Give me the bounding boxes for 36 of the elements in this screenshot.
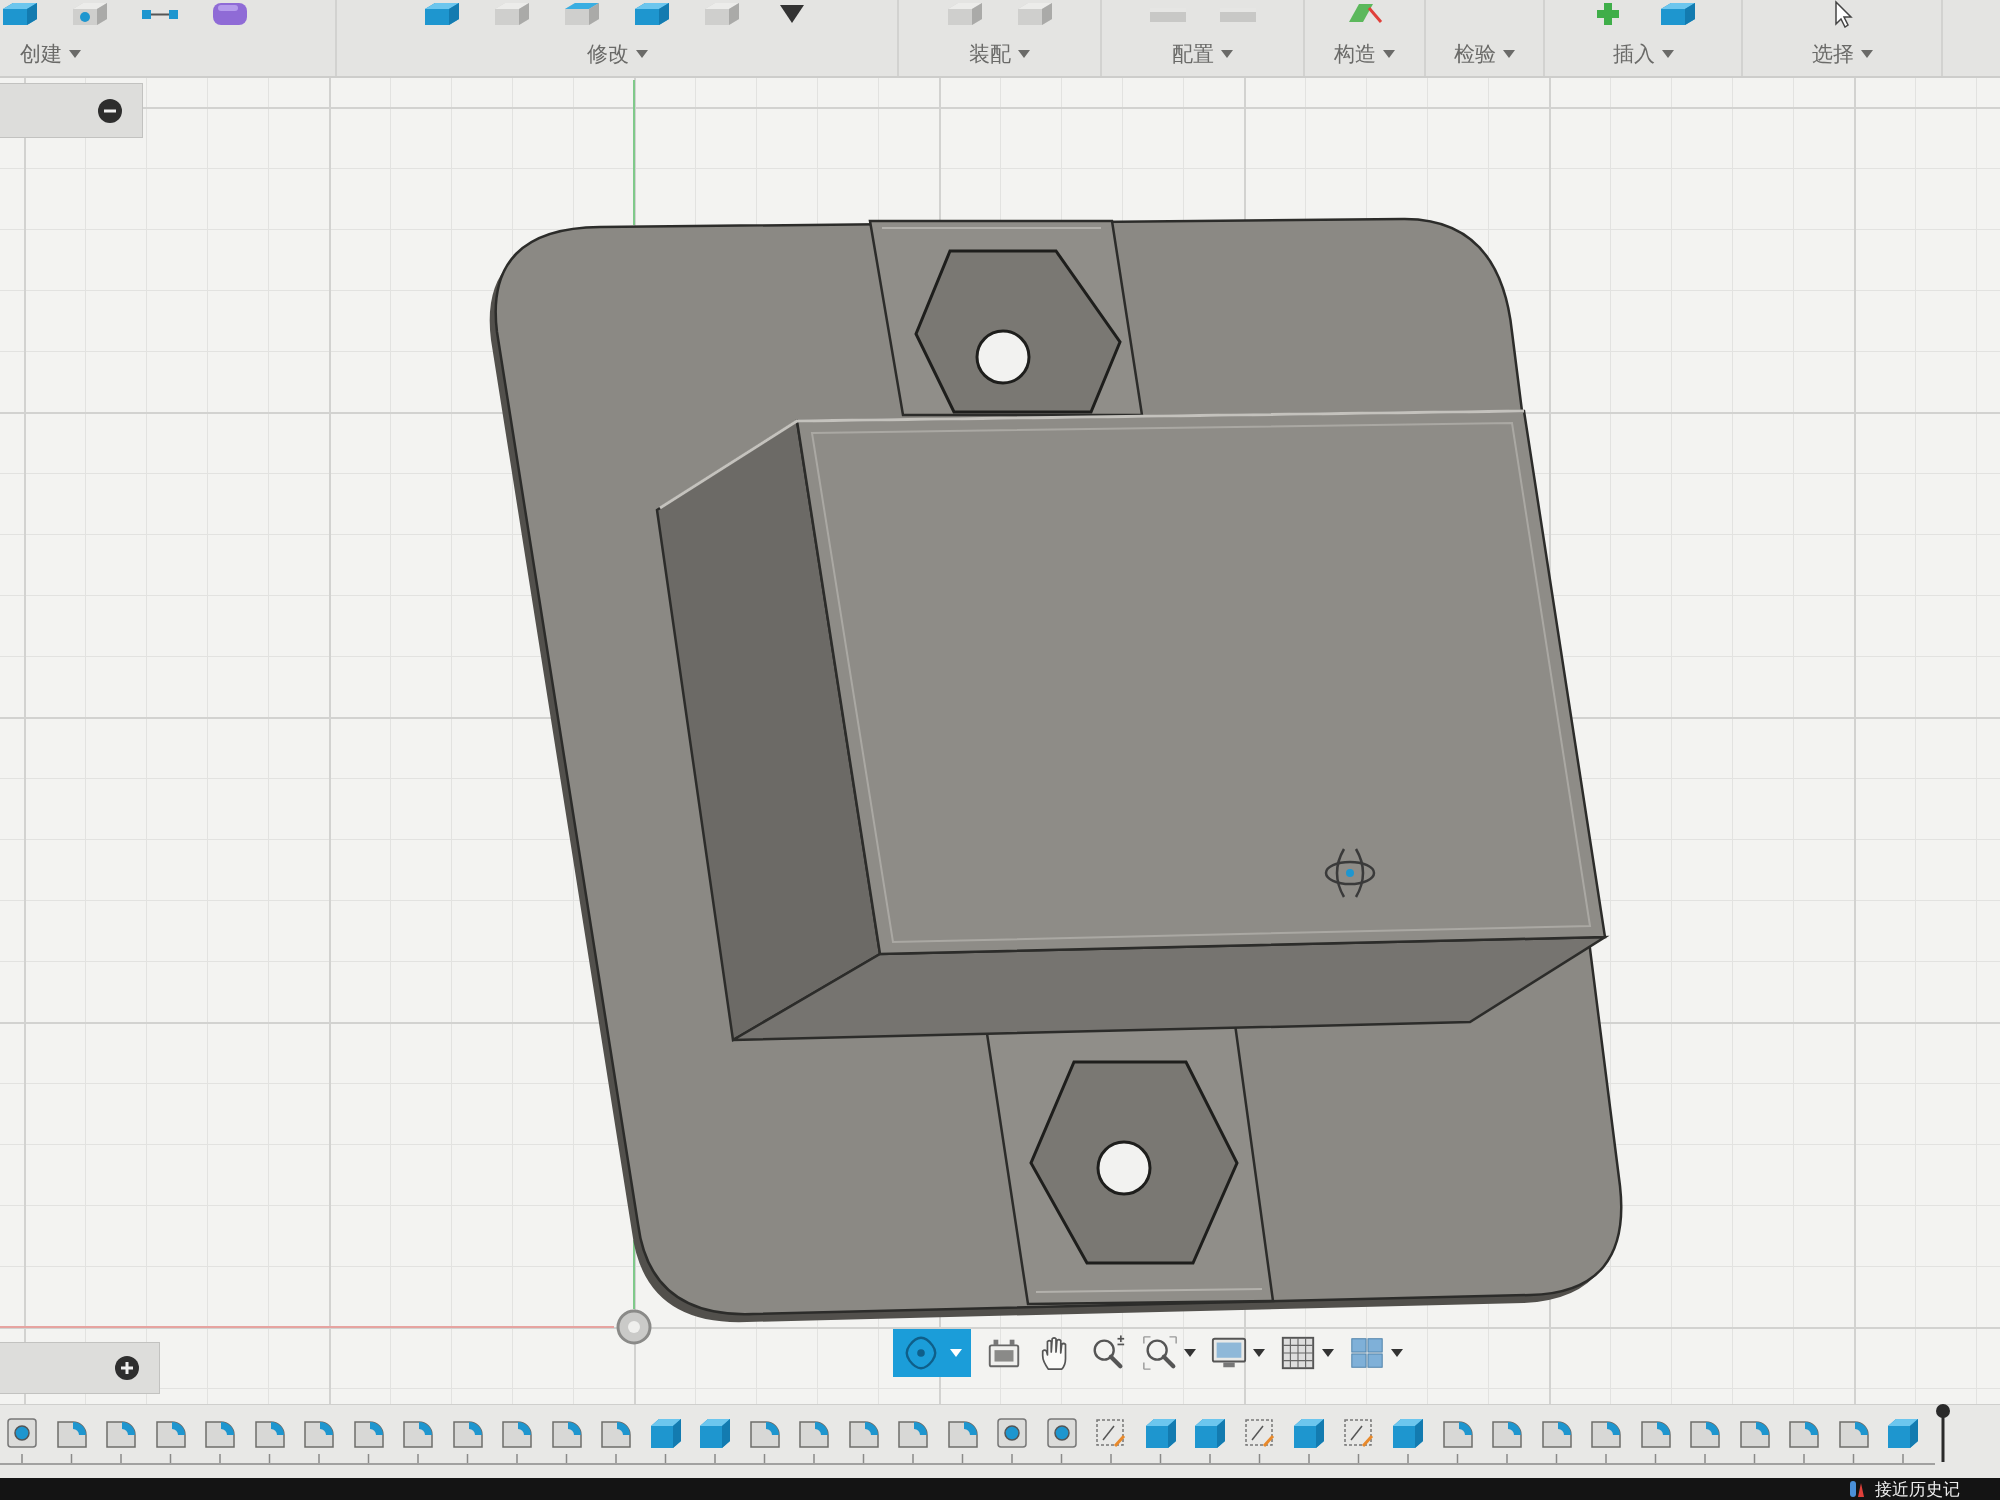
- origin-icon: [616, 1309, 652, 1345]
- caret-icon[interactable]: [1391, 1349, 1403, 1357]
- toolbar-menu-button[interactable]: 修改: [580, 38, 654, 70]
- box-icon[interactable]: [562, 0, 602, 28]
- zoom-fit-icon[interactable]: [1141, 1334, 1179, 1372]
- box-icon[interactable]: [70, 0, 110, 28]
- plus-circle-icon[interactable]: [115, 1356, 139, 1380]
- vertical-axis-line: [633, 1239, 635, 1310]
- toolbar-menu-button[interactable]: 构造: [1328, 38, 1401, 70]
- screw-hole: [1096, 1140, 1152, 1196]
- toolbar-menu-button[interactable]: 检验: [1448, 38, 1521, 70]
- box-icon[interactable]: [492, 0, 532, 28]
- grid-icon[interactable]: [1279, 1334, 1317, 1372]
- toolbar-menu-button[interactable]: 创建: [14, 38, 87, 70]
- playhead-marker[interactable]: [1934, 1404, 1951, 1462]
- minus-circle-icon[interactable]: [98, 98, 122, 123]
- caret-icon[interactable]: [1253, 1349, 1265, 1357]
- toolbar-menu-button[interactable]: 插入: [1606, 38, 1680, 70]
- taskbar-item-label[interactable]: 接近历史记: [1875, 1478, 1960, 1500]
- orbit-cursor-icon: [1324, 848, 1376, 898]
- toolbar-menu-button[interactable]: 配置: [1166, 38, 1239, 70]
- hole-icon[interactable]: [4, 1415, 40, 1451]
- app-icon[interactable]: [1849, 1479, 1865, 1499]
- rounded-cube-icon[interactable]: [210, 0, 250, 28]
- cube-icon[interactable]: [0, 0, 40, 28]
- cube-icon[interactable]: [1658, 0, 1698, 28]
- toolbar-menu-button[interactable]: 选择: [1805, 38, 1879, 70]
- caret-icon[interactable]: [1184, 1349, 1196, 1357]
- screw-hole: [975, 329, 1031, 385]
- caret-icon[interactable]: [1322, 1349, 1334, 1357]
- hole-icon[interactable]: [994, 1415, 1030, 1451]
- toolbar-menu-button[interactable]: 装配: [963, 38, 1036, 70]
- cube-icon[interactable]: [422, 0, 462, 28]
- box-icon[interactable]: [702, 0, 742, 28]
- orbit-button[interactable]: [893, 1329, 971, 1377]
- cube-icon[interactable]: [632, 0, 672, 28]
